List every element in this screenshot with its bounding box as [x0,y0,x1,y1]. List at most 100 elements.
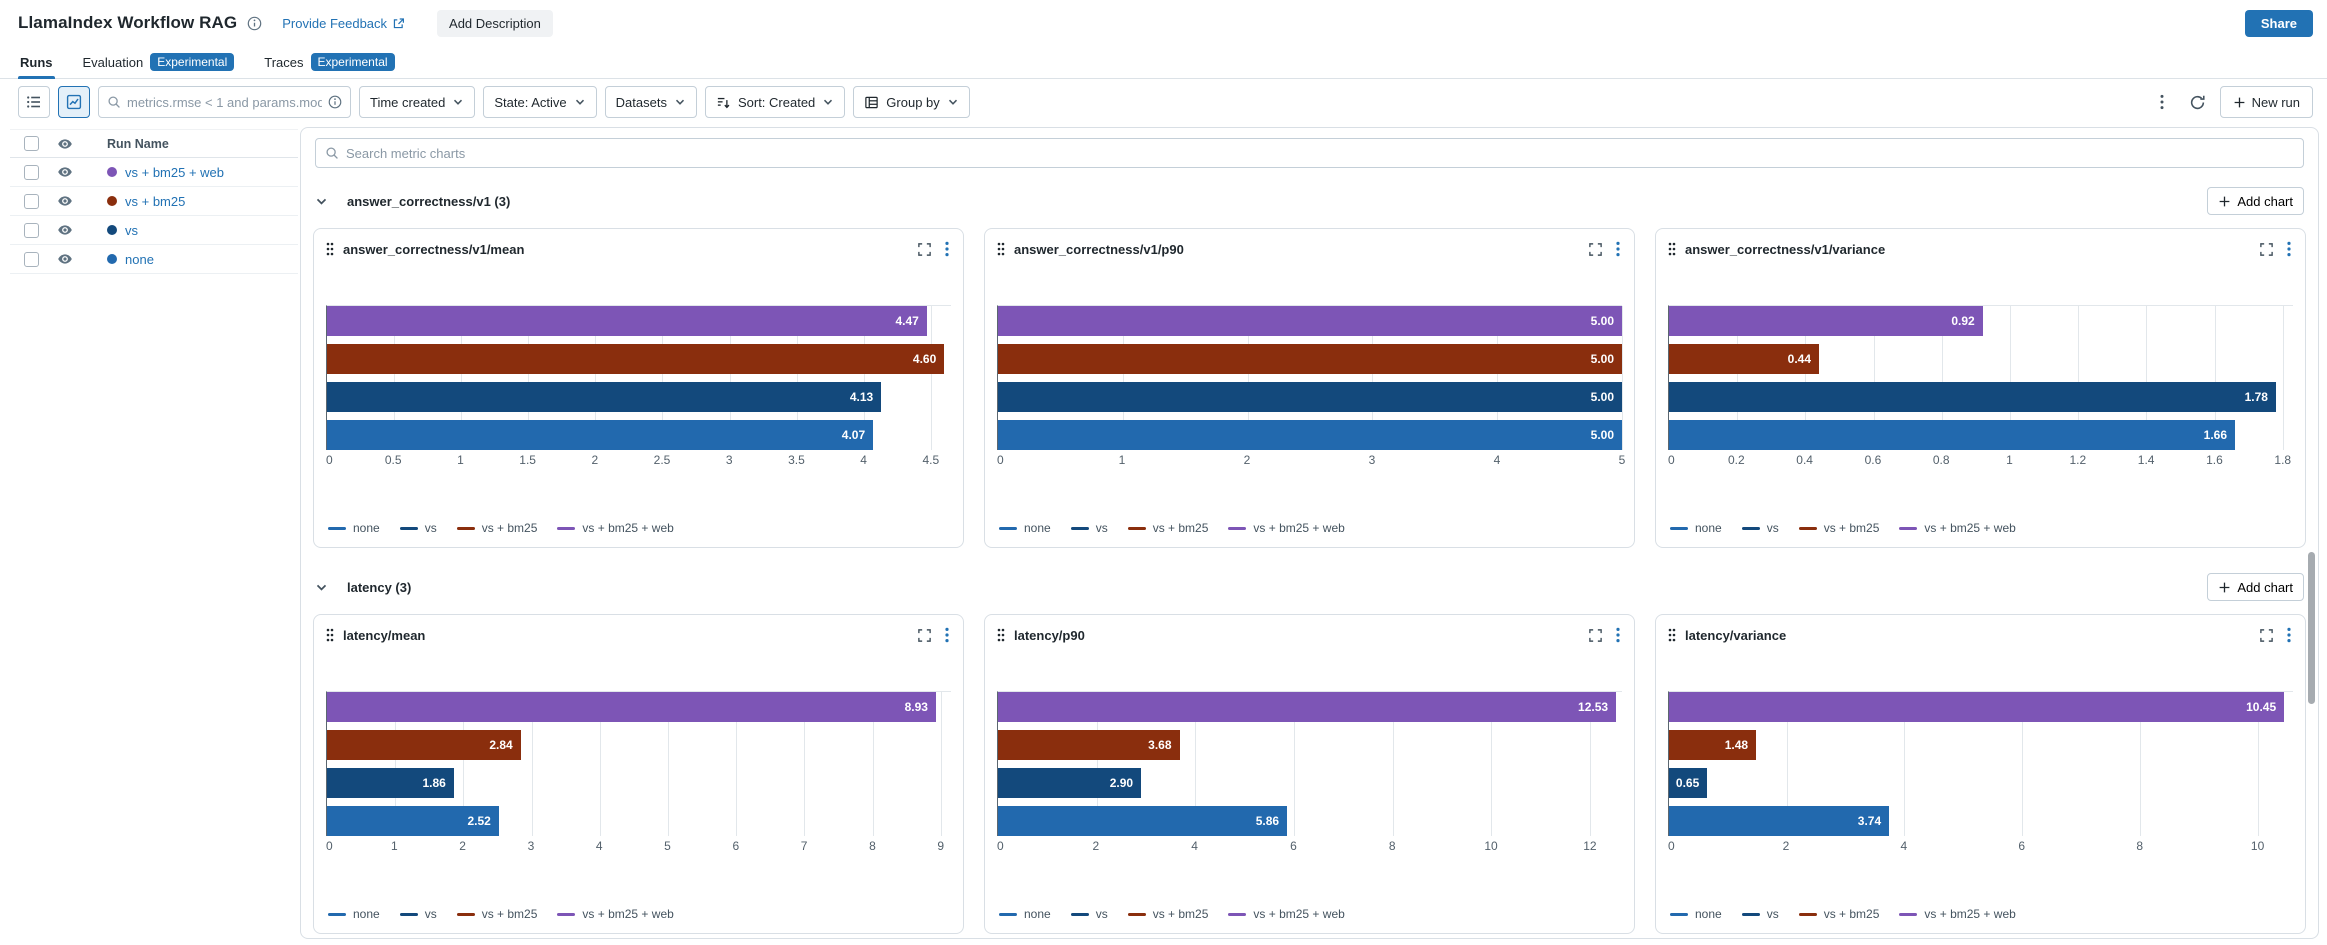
bar-vs[interactable]: 1.78 [1669,382,2276,412]
filter-time-created[interactable]: Time created [359,86,475,118]
provide-feedback-link[interactable]: Provide Feedback [282,16,405,31]
info-icon[interactable] [247,16,262,31]
bar-vs-bm25-web[interactable]: 0.92 [1669,306,1983,336]
expand-chart-button[interactable] [915,240,934,259]
section-collapse-chevron-icon[interactable] [315,581,328,594]
visibility-eye-icon[interactable] [57,251,73,267]
bar-vs[interactable]: 2.90 [998,768,1141,798]
run-name-link[interactable]: vs + bm25 + web [125,165,224,180]
legend-item[interactable]: none [1670,907,1722,921]
expand-chart-button[interactable] [2257,240,2276,259]
bar-vs-bm25-web[interactable]: 10.45 [1669,692,2284,722]
metric-chart-search-input[interactable] [346,146,2294,161]
legend-item[interactable]: vs [400,907,437,921]
run-checkbox[interactable] [24,252,39,267]
drag-handle-icon[interactable] [997,242,1005,256]
legend-item[interactable]: none [999,521,1051,535]
chart-menu-button[interactable] [2285,239,2293,259]
list-view-button[interactable] [18,86,50,118]
bar-none[interactable]: 2.52 [327,806,499,836]
legend-item[interactable]: vs + bm25 [457,521,538,535]
tab-runs[interactable]: Runs [18,46,55,78]
bar-none[interactable]: 4.07 [327,420,873,450]
new-run-button[interactable]: New run [2220,86,2313,118]
legend-item[interactable]: vs + bm25 [1799,907,1880,921]
drag-handle-icon[interactable] [1668,242,1676,256]
bar-vs[interactable]: 1.86 [327,768,454,798]
legend-item[interactable]: none [999,907,1051,921]
bar-vs-bm25-web[interactable]: 12.53 [998,692,1616,722]
more-options-button[interactable] [2148,86,2176,118]
chart-menu-button[interactable] [1614,625,1622,645]
query-info-icon[interactable] [328,95,342,109]
bar-vs-bm25-web[interactable]: 4.47 [327,306,927,336]
bar-vs-bm25[interactable]: 4.60 [327,344,944,374]
run-checkbox[interactable] [24,194,39,209]
expand-chart-button[interactable] [1586,240,1605,259]
filter-datasets[interactable]: Datasets [605,86,697,118]
legend-item[interactable]: vs [1742,907,1779,921]
add-description-button[interactable]: Add Description [437,10,553,37]
legend-item[interactable]: vs + bm25 + web [557,907,673,921]
bar-vs-bm25-web[interactable]: 5.00 [998,306,1622,336]
bar-none[interactable]: 5.86 [998,806,1287,836]
legend-item[interactable]: vs [1071,907,1108,921]
tab-evaluation[interactable]: EvaluationExperimental [81,46,237,78]
legend-item[interactable]: none [328,907,380,921]
expand-chart-button[interactable] [2257,626,2276,645]
bar-vs-bm25[interactable]: 5.00 [998,344,1622,374]
chart-menu-button[interactable] [943,625,951,645]
select-all-checkbox[interactable] [24,136,39,151]
legend-item[interactable]: vs + bm25 [1799,521,1880,535]
bar-none[interactable]: 3.74 [1669,806,1889,836]
visibility-eye-icon[interactable] [57,164,73,180]
add-chart-button[interactable]: Add chart [2207,573,2304,601]
drag-handle-icon[interactable] [1668,628,1676,642]
bar-none[interactable]: 5.00 [998,420,1622,450]
legend-item[interactable]: vs + bm25 [457,907,538,921]
legend-item[interactable]: vs + bm25 [1128,907,1209,921]
filter-sort-created[interactable]: Sort: Created [705,86,845,118]
refresh-button[interactable] [2184,86,2212,118]
legend-item[interactable]: vs + bm25 + web [1228,521,1344,535]
visibility-eye-icon[interactable] [57,222,73,238]
add-chart-button[interactable]: Add chart [2207,187,2304,215]
legend-item[interactable]: vs [1742,521,1779,535]
runs-search-input[interactable] [127,95,322,110]
run-name-link[interactable]: none [125,252,154,267]
bar-vs[interactable]: 5.00 [998,382,1622,412]
legend-item[interactable]: vs + bm25 + web [1899,907,2015,921]
bar-vs-bm25[interactable]: 2.84 [327,730,521,760]
legend-item[interactable]: vs [1071,521,1108,535]
tab-traces[interactable]: TracesExperimental [262,46,396,78]
legend-item[interactable]: vs + bm25 + web [557,521,673,535]
chart-menu-button[interactable] [943,239,951,259]
legend-item[interactable]: vs [400,521,437,535]
legend-item[interactable]: none [328,521,380,535]
legend-item[interactable]: none [1670,521,1722,535]
visibility-eye-icon[interactable] [57,193,73,209]
run-name-link[interactable]: vs [125,223,138,238]
drag-handle-icon[interactable] [997,628,1005,642]
chart-view-button[interactable] [58,86,90,118]
bar-vs-bm25[interactable]: 1.48 [1669,730,1756,760]
bar-vs-bm25[interactable]: 0.44 [1669,344,1819,374]
filter-state-active[interactable]: State: Active [483,86,596,118]
chart-menu-button[interactable] [2285,625,2293,645]
section-collapse-chevron-icon[interactable] [315,195,328,208]
expand-chart-button[interactable] [1586,626,1605,645]
share-button[interactable]: Share [2245,10,2313,37]
run-checkbox[interactable] [24,223,39,238]
chart-menu-button[interactable] [1614,239,1622,259]
toggle-all-visibility-eye-icon[interactable] [57,136,73,152]
legend-item[interactable]: vs + bm25 + web [1899,521,2015,535]
expand-chart-button[interactable] [915,626,934,645]
legend-item[interactable]: vs + bm25 [1128,521,1209,535]
bar-vs[interactable]: 0.65 [1669,768,1707,798]
run-checkbox[interactable] [24,165,39,180]
vertical-scrollbar-thumb[interactable] [2308,552,2315,704]
bar-vs-bm25-web[interactable]: 8.93 [327,692,936,722]
filter-group-by[interactable]: Group by [853,86,969,118]
legend-item[interactable]: vs + bm25 + web [1228,907,1344,921]
run-name-link[interactable]: vs + bm25 [125,194,185,209]
